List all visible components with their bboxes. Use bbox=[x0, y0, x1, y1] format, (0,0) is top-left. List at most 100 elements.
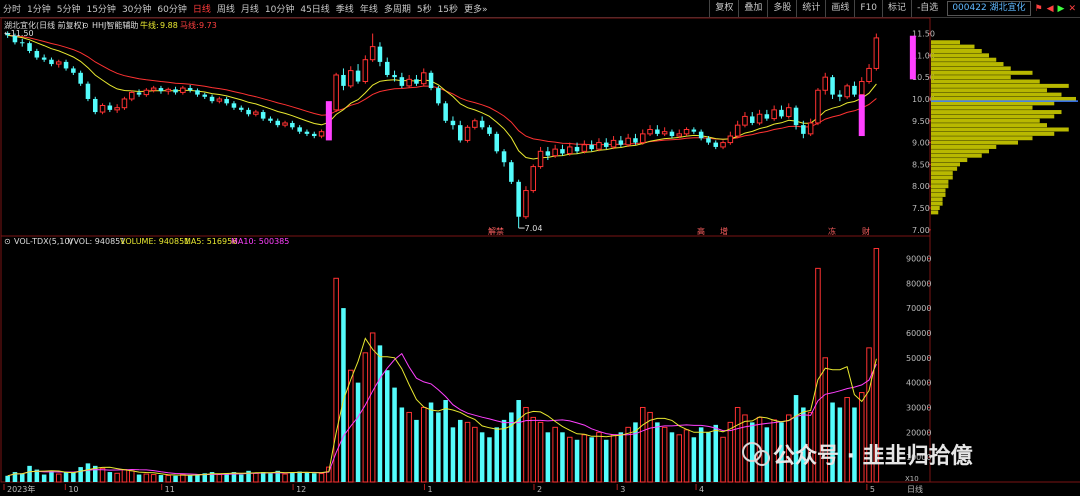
period-tab-15[interactable]: 15秒 bbox=[435, 2, 461, 15]
volume-bar bbox=[830, 402, 835, 482]
candle-body bbox=[128, 91, 135, 100]
period-tab-4[interactable]: 30分钟 bbox=[119, 2, 154, 15]
period-tab-13[interactable]: 多周期 bbox=[381, 2, 414, 15]
volume-bar bbox=[128, 470, 135, 483]
price-profile-bar bbox=[931, 192, 946, 197]
period-tab-10[interactable]: 45日线 bbox=[297, 2, 332, 15]
price-profile-bar bbox=[931, 153, 982, 158]
toolbar-button-1[interactable]: 叠加 bbox=[738, 0, 767, 17]
price-axis-label: 9.50 bbox=[912, 117, 930, 126]
candle-body bbox=[246, 109, 251, 115]
stock-chart[interactable]: 11.5011.0010.5010.009.509.008.508.007.50… bbox=[0, 17, 1080, 496]
price-profile-bar bbox=[931, 140, 1018, 145]
flag-icon[interactable]: ⚑ bbox=[1035, 4, 1043, 14]
period-tab-12[interactable]: 年线 bbox=[357, 2, 381, 15]
date-axis-label: 2023年 bbox=[7, 484, 35, 494]
close-icon[interactable]: ✕ bbox=[1068, 4, 1076, 14]
volume-bar bbox=[428, 402, 434, 482]
candle-body bbox=[85, 83, 91, 99]
price-profile-bar bbox=[931, 66, 1011, 71]
price-profile-bar bbox=[931, 105, 1033, 110]
candle-body bbox=[706, 138, 711, 143]
window-controls: ⚑ ◀ ▶ ✕ bbox=[1035, 4, 1076, 14]
volume-bar bbox=[5, 475, 10, 482]
prev-icon[interactable]: ◀ bbox=[1047, 4, 1054, 14]
next-icon[interactable]: ▶ bbox=[1058, 4, 1065, 14]
toolbar-button-4[interactable]: 画线 bbox=[825, 0, 854, 17]
period-tab-2[interactable]: 5分钟 bbox=[54, 2, 84, 15]
period-tab-9[interactable]: 10分钟 bbox=[262, 2, 297, 15]
price-profile-bar bbox=[931, 197, 943, 202]
period-tab-5[interactable]: 60分钟 bbox=[154, 2, 189, 15]
volume-bar bbox=[311, 473, 317, 482]
volume-bar bbox=[472, 426, 478, 483]
price-profile-bar bbox=[931, 188, 946, 193]
period-tab-11[interactable]: 季线 bbox=[333, 2, 357, 15]
toolbar-button-7[interactable]: -自选 bbox=[911, 0, 943, 17]
candle-body bbox=[384, 61, 390, 75]
candle-body bbox=[318, 131, 325, 137]
volume-ma10-value: MA10: 500385 bbox=[231, 237, 289, 246]
period-tab-8[interactable]: 月线 bbox=[238, 2, 262, 15]
volume-bar bbox=[297, 471, 302, 482]
vol-indicator-icon: ⊙ bbox=[4, 237, 11, 246]
stock-code-box[interactable]: 000422 湖北宜化 bbox=[947, 1, 1031, 16]
candle-body bbox=[545, 151, 551, 156]
toolbar-button-2[interactable]: 多股 bbox=[767, 0, 796, 17]
signal-bar bbox=[858, 94, 865, 137]
event-marker: 冻 bbox=[828, 226, 836, 236]
volume-bar bbox=[669, 432, 675, 482]
date-axis-label: 10 bbox=[68, 485, 78, 494]
price-axis-label: 7.00 bbox=[912, 226, 930, 235]
candle-body bbox=[501, 151, 507, 163]
period-tab-3[interactable]: 15分钟 bbox=[83, 2, 118, 15]
toolbar-button-6[interactable]: 标记 bbox=[882, 0, 911, 17]
price-axis-label: 8.50 bbox=[912, 160, 930, 169]
period-tab-0[interactable]: 分时 bbox=[0, 2, 24, 15]
candle-body bbox=[362, 59, 369, 83]
volume-bar bbox=[180, 474, 186, 483]
volume-bar bbox=[377, 345, 383, 482]
toolbar-button-5[interactable]: F10 bbox=[854, 0, 882, 17]
price-profile-bar bbox=[931, 96, 1076, 101]
period-tab-16[interactable]: 更多» bbox=[461, 2, 491, 15]
volume-bar bbox=[706, 432, 711, 482]
candle-body bbox=[472, 120, 478, 128]
candle-body bbox=[807, 122, 814, 135]
period-tab-1[interactable]: 1分钟 bbox=[24, 2, 54, 15]
volume-bar bbox=[494, 427, 500, 482]
volume-ma5-value: MA5: 516956 bbox=[184, 237, 237, 246]
candle-body bbox=[19, 42, 25, 44]
candle-body bbox=[516, 181, 521, 217]
period-tab-6[interactable]: 日线 bbox=[190, 2, 214, 15]
period-tab-14[interactable]: 5秒 bbox=[414, 2, 435, 15]
candle-body bbox=[406, 78, 412, 87]
candle-body bbox=[610, 139, 617, 148]
volume-axis-label: 80000 bbox=[906, 279, 931, 288]
candle-body bbox=[158, 88, 164, 92]
volume-bar bbox=[304, 472, 310, 482]
candle-body bbox=[801, 125, 806, 134]
volume-bar bbox=[406, 411, 412, 483]
candle-body bbox=[464, 126, 471, 141]
candle-body bbox=[136, 92, 142, 95]
volume-unit-label: X10 bbox=[905, 475, 919, 483]
volume-bar bbox=[618, 432, 624, 482]
toolbar-button-0[interactable]: 复权 bbox=[709, 0, 738, 17]
volume-bar bbox=[647, 411, 653, 483]
toolbar-button-3[interactable]: 统计 bbox=[796, 0, 825, 17]
candle-body bbox=[523, 190, 529, 218]
candle-body bbox=[574, 146, 580, 152]
candle-body bbox=[173, 89, 178, 93]
price-profile-bar bbox=[931, 144, 997, 149]
volume-bar bbox=[173, 475, 178, 482]
candle-body bbox=[661, 131, 668, 135]
high-annotation: ←11.50 bbox=[4, 29, 34, 38]
volume-bar bbox=[143, 473, 150, 483]
candle-body bbox=[742, 115, 748, 126]
volume-bar bbox=[450, 427, 456, 482]
event-marker: 增 bbox=[720, 226, 728, 236]
candle-body bbox=[260, 112, 266, 119]
period-tab-7[interactable]: 周线 bbox=[214, 2, 238, 15]
candle-body bbox=[771, 109, 777, 120]
